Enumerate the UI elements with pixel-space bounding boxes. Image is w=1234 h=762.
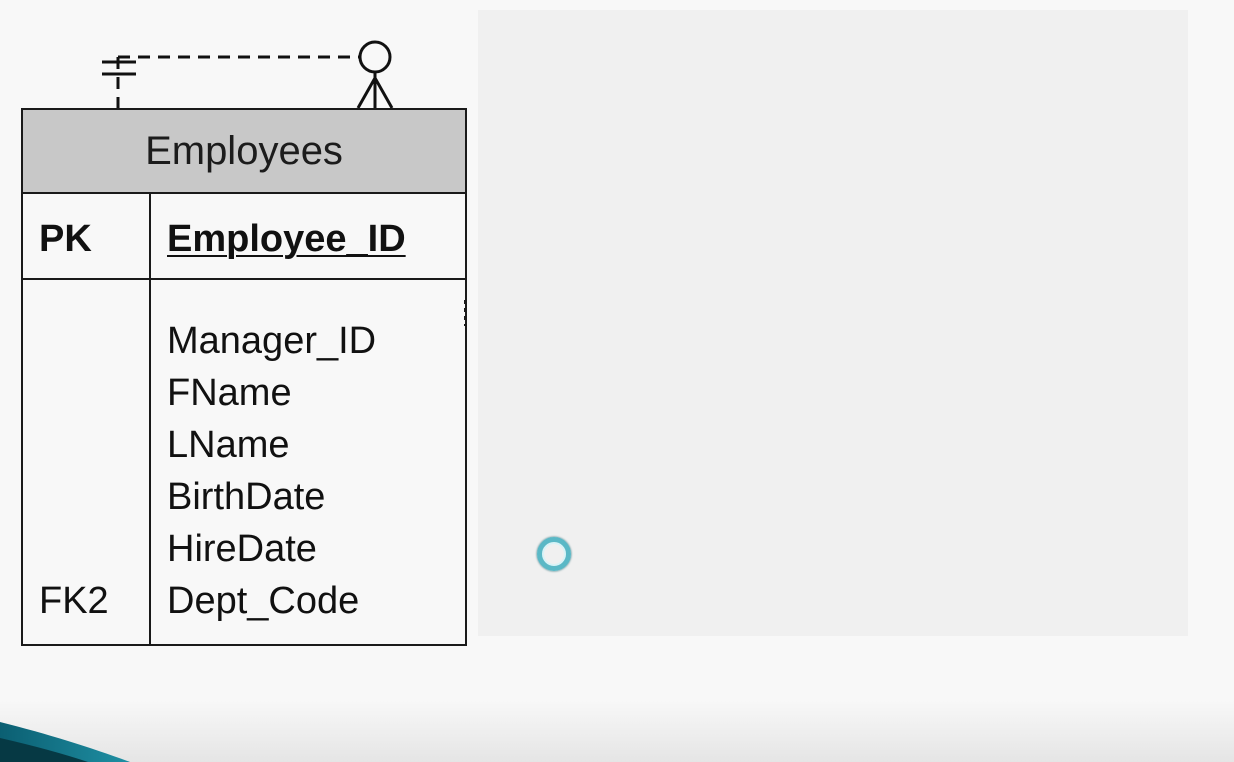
- many-crow-foot-left: [356, 77, 377, 109]
- column-divider: [149, 194, 151, 644]
- attribute-lname: LName: [167, 424, 290, 466]
- slide-canvas: Employees PK Employee_ID Manager_ID FNam…: [0, 0, 1234, 762]
- attribute-hiredate: HireDate: [167, 528, 317, 570]
- entity-header: Employees: [23, 110, 465, 194]
- fk2-label: FK2: [39, 580, 109, 622]
- primary-key-field: Employee_ID: [167, 218, 406, 260]
- zero-optional-circle: [358, 40, 392, 74]
- attribute-fname: FName: [167, 372, 292, 414]
- bottom-decorative-band: [0, 700, 1234, 762]
- loading-ring-icon: [537, 537, 571, 571]
- table-edge-marker: [464, 300, 466, 326]
- employees-entity: Employees PK Employee_ID Manager_ID FNam…: [21, 108, 467, 646]
- attribute-birthdate: BirthDate: [167, 476, 326, 518]
- attribute-dept-code: Dept_Code: [167, 580, 360, 622]
- many-crow-foot-right: [373, 77, 394, 109]
- attribute-manager-id: Manager_ID: [167, 320, 377, 362]
- pk-label: PK: [39, 218, 92, 260]
